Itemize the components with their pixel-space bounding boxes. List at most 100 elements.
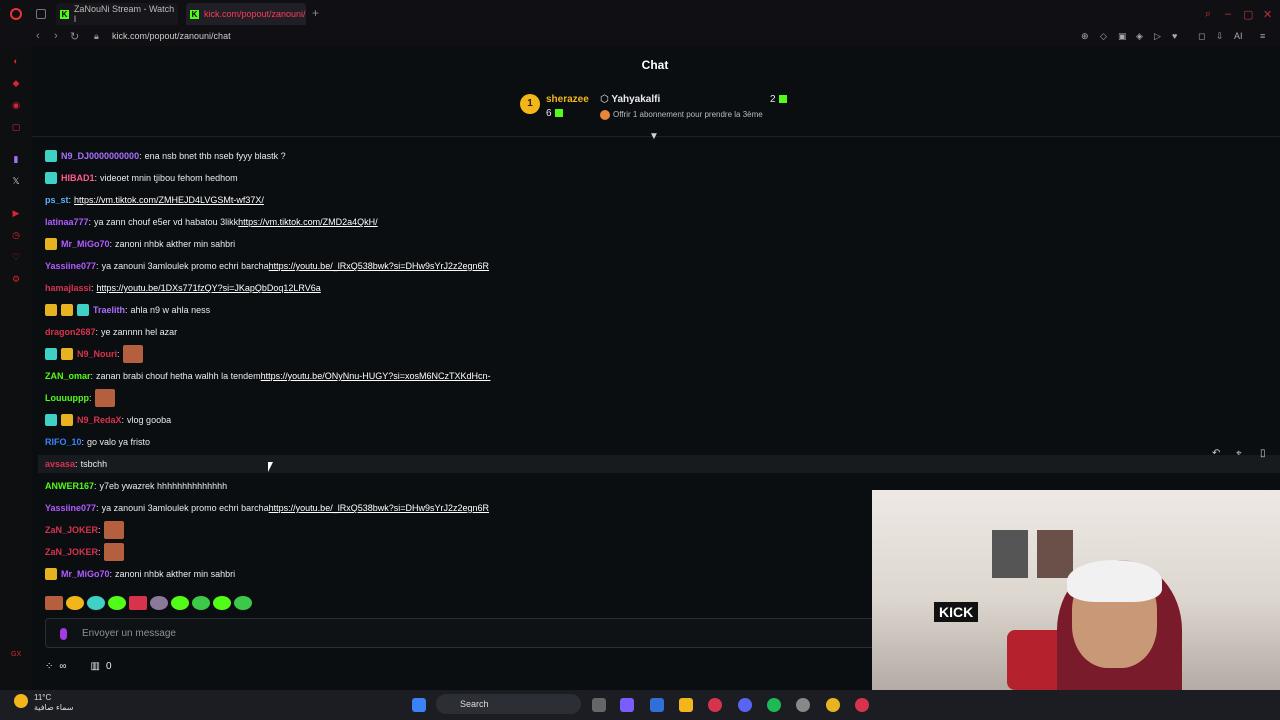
chat-username[interactable]: N9_DJ0000000000 [61, 151, 139, 161]
chat-message[interactable]: ANWER167: y7eb ywazrek hhhhhhhhhhhhhh [45, 479, 227, 493]
pin-icon[interactable]: ⌖ [1236, 448, 1242, 462]
emote-icon[interactable] [45, 596, 63, 610]
emote-icon[interactable] [122, 345, 143, 363]
chat-username[interactable]: Yassiine077 [45, 503, 96, 513]
app-icon[interactable] [855, 698, 869, 712]
gx-icon[interactable]: GX [11, 650, 21, 660]
x-icon[interactable]: 𝕏 [11, 176, 21, 186]
chat-message-link[interactable]: https://youtu.be/_lRxQ538bwk?si=DHw9sYrJ… [269, 503, 489, 513]
spotify-icon[interactable] [767, 698, 781, 712]
chat-username[interactable]: ZaN_JOKER [45, 547, 98, 557]
chat-message-link[interactable]: https://vm.tiktok.com/ZMHEJD4LVGSMt-wf37… [74, 195, 264, 205]
chat-username[interactable]: ANWER167 [45, 481, 94, 491]
emote-icon[interactable] [103, 521, 124, 539]
chat-username[interactable]: Traelith [93, 305, 125, 315]
chat-username[interactable]: N9_Nouri [77, 349, 117, 359]
new-tab-button[interactable]: + [312, 6, 319, 20]
start-icon[interactable] [412, 698, 426, 712]
emote-icon[interactable] [171, 596, 189, 610]
reply-icon[interactable]: ↶ [1212, 448, 1220, 462]
browser-tab-chat[interactable]: K kick.com/popout/zanouni/ [186, 3, 306, 25]
store-icon[interactable]: ▥ [91, 661, 100, 672]
chat-message[interactable]: latinaa777: ya zann chouf e5er vd habatou… [45, 215, 378, 229]
chat-message[interactable]: N9_DJ0000000000: ena nsb bnet thb nseb fy… [45, 149, 286, 163]
chat-username[interactable]: Mr_MiGo70 [61, 569, 110, 579]
ai-button[interactable]: AI [1234, 31, 1243, 41]
chat-username[interactable]: N9_RedaX [77, 415, 122, 425]
chat-message[interactable]: N9_Nouri: [45, 345, 143, 363]
chat-message-link[interactable]: https://youtu.be/_lRxQ538bwk?si=DHw9sYrJ… [269, 261, 489, 271]
chat-username[interactable]: avsasa [45, 459, 75, 469]
chat-message[interactable]: dragon2687: ye zannnn hel azar [45, 325, 177, 339]
leaderboard-second-name[interactable]: ⬡ Yahyakalfi [600, 94, 660, 105]
chat-username[interactable]: HIBAD1 [61, 173, 95, 183]
chat-message[interactable]: N9_RedaX: vlog gooba [45, 413, 171, 427]
emote-icon[interactable] [108, 596, 126, 610]
leaderboard-first-name[interactable]: sherazee [546, 94, 589, 105]
chat-message[interactable]: Mr_MiGo70: zanoni nhbk akther min sahbri [45, 237, 235, 251]
weather-widget[interactable]: 11°C سماء صافية [34, 693, 74, 713]
emote-icon[interactable] [103, 543, 124, 561]
emote-icon[interactable] [94, 389, 115, 407]
discord-icon[interactable] [738, 698, 752, 712]
heart-icon[interactable]: ♥ [1172, 31, 1177, 41]
emote-icon[interactable] [234, 596, 252, 610]
chat-message[interactable]: Yassiine077: ya zanouni 3amloulek promo e… [45, 501, 489, 515]
microphone-icon[interactable] [60, 628, 67, 640]
chat-username[interactable]: Mr_MiGo70 [61, 239, 110, 249]
chat-input[interactable]: Envoyer un message [45, 618, 875, 648]
chat-username[interactable]: ZaN_JOKER [45, 525, 98, 535]
chat-username[interactable]: Louuuppp [45, 393, 89, 403]
bookmark-icon[interactable]: ◇ [1100, 31, 1107, 42]
chat-message[interactable]: Louuuppp: [45, 389, 115, 407]
chat-username[interactable]: dragon2687 [45, 327, 96, 337]
opera-gx-taskbar-icon[interactable] [708, 698, 722, 712]
collapse-leaderboard-icon[interactable]: ▼ [649, 131, 659, 142]
chat-message[interactable]: avsasa: tsbchh [45, 457, 107, 471]
emote-icon[interactable] [66, 596, 84, 610]
menu-icon[interactable]: ≡ [1260, 31, 1265, 41]
play-icon[interactable]: ▷ [1154, 31, 1161, 42]
url-field[interactable]: kick.com/popout/zanouni/chat [112, 31, 231, 41]
chat-message[interactable]: Mr_MiGo70: zanoni nhbk akther min sahbri [45, 567, 235, 581]
chat-username[interactable]: Yassiine077 [45, 261, 96, 271]
aria-icon[interactable]: ◐ [11, 56, 21, 66]
player-icon[interactable]: ▶ [11, 208, 21, 218]
emote-icon[interactable] [87, 596, 105, 610]
forward-button[interactable]: › [54, 30, 58, 42]
chat-username[interactable]: latinaa777 [45, 217, 89, 227]
chat-username[interactable]: hamajlassi [45, 283, 91, 293]
delete-icon[interactable]: ▯ [1260, 448, 1266, 462]
chat-username[interactable]: ps_st [45, 195, 69, 205]
emote-icon[interactable] [129, 596, 147, 610]
chat-message[interactable]: ZAN_omar: zanan brabi chouf hetha walhh l… [45, 369, 491, 383]
twitch-icon[interactable]: ▮ [11, 154, 21, 164]
settings-icon[interactable]: ⚙ [11, 274, 21, 284]
chat-message-link[interactable]: https://youtu.be/1DXs771fzQY?si=JKapQbDo… [97, 283, 321, 293]
zoom-icon[interactable]: ⊕ [1081, 31, 1089, 42]
chat-message[interactable]: Yassiine077: ya zanouni 3amloulek promo e… [45, 259, 489, 273]
chat-message-link[interactable]: https://youtu.be/ONyNnu-HUGY?si=xosM6NCz… [261, 371, 491, 381]
settings-taskbar-icon[interactable] [796, 698, 810, 712]
browser-tab-stream[interactable]: K ZaNouNi Stream - Watch l [56, 3, 178, 25]
chrome-icon[interactable] [826, 698, 840, 712]
messenger-icon[interactable]: ◉ [11, 100, 21, 110]
copilot-icon[interactable] [620, 698, 634, 712]
close-window-button[interactable]: ✕ [1263, 8, 1272, 21]
bookmarks-icon[interactable]: ♡ [11, 252, 21, 262]
chat-message[interactable]: RIFO_10: go valo ya fristo [45, 435, 150, 449]
tab-overview-icon[interactable] [36, 9, 46, 19]
back-button[interactable]: ‹ [36, 30, 40, 42]
taskbar-search[interactable]: Search [436, 694, 581, 714]
chat-username[interactable]: RIFO_10 [45, 437, 82, 447]
chat-message[interactable]: ZaN_JOKER: [45, 543, 124, 561]
minimize-button[interactable]: – [1225, 8, 1231, 20]
chat-message[interactable]: ps_st: https://vm.tiktok.com/ZMHEJD4LVGSM… [45, 193, 264, 207]
chat-message[interactable]: ZaN_JOKER: [45, 521, 124, 539]
download-icon[interactable]: ⇩ [1216, 31, 1224, 42]
emote-icon[interactable] [150, 596, 168, 610]
chat-message-link[interactable]: https://vm.tiktok.com/ZMD2a4QkH/ [238, 217, 378, 227]
chat-message[interactable]: hamajlassi: https://youtu.be/1DXs771fzQY?… [45, 281, 321, 295]
wallet-icon[interactable]: ◻ [1198, 31, 1205, 42]
chat-username[interactable]: ZAN_omar [45, 371, 91, 381]
